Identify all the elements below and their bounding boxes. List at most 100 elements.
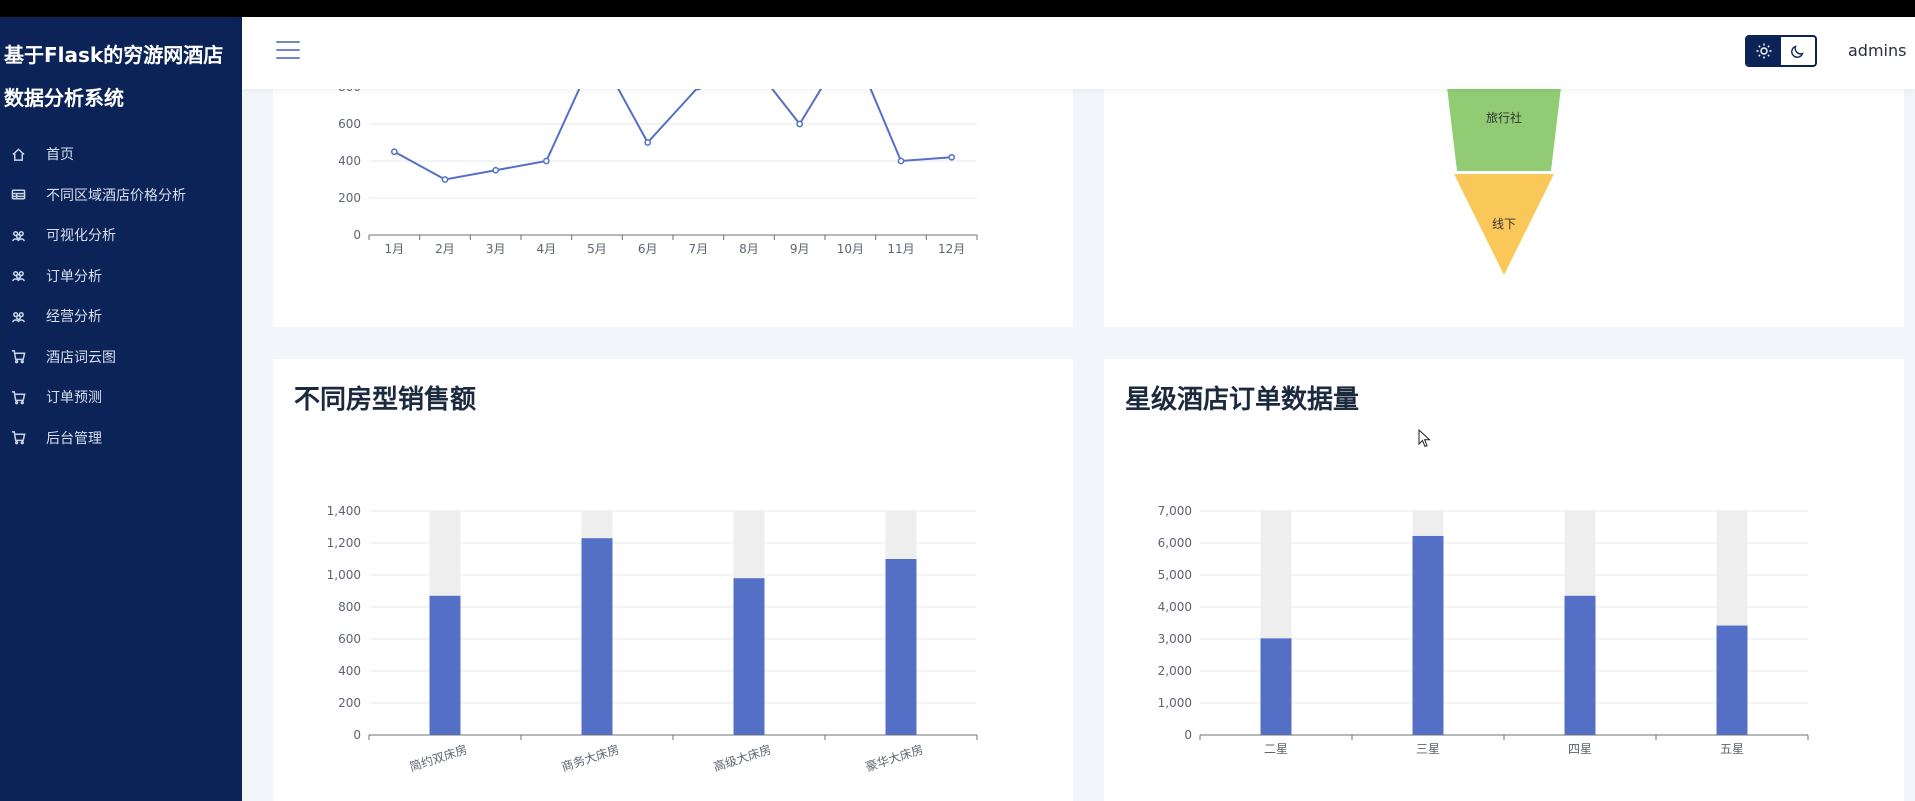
app-title-line1: 基于Flask的穷游网酒店: [4, 43, 224, 67]
x-tick-label: 1月: [385, 242, 405, 256]
menu-toggle-icon[interactable]: [276, 41, 300, 61]
y-tick-label: 200: [338, 191, 361, 205]
header: admins: [242, 17, 1915, 89]
sidebar-menu: 首页不同区域酒店价格分析 可视化分析订单分析经营分析酒店词云图订单预测后台管理: [0, 134, 242, 458]
sidebar-item-7[interactable]: 后台管理: [0, 418, 242, 459]
sidebar-item-label: 经营分析: [46, 309, 102, 326]
sidebar-item-2[interactable]: 可视化分析: [0, 215, 242, 256]
x-tick-label: 五星: [1720, 742, 1744, 756]
users-icon: [10, 308, 26, 324]
sidebar: 基于Flask的穷游网酒店 数据分析系统 首页不同区域酒店价格分析 可视化分析订单…: [0, 17, 242, 801]
data-point: [390, 148, 398, 156]
y-tick-label: 2,000: [1158, 664, 1192, 678]
sidebar-item-4[interactable]: 经营分析: [0, 296, 242, 337]
user-menu[interactable]: admins: [1848, 41, 1906, 60]
moon-icon[interactable]: [1781, 37, 1815, 65]
y-tick-label: 400: [338, 154, 361, 168]
x-tick-label: 3月: [486, 242, 506, 256]
sidebar-item-label: 酒店词云图: [46, 349, 116, 366]
data-point: [644, 139, 652, 146]
x-tick-label: 5月: [587, 242, 607, 256]
x-tick-label: 12月: [938, 242, 965, 256]
data-point: [492, 166, 500, 174]
bar: [1412, 535, 1444, 735]
x-tick-label: 四星: [1568, 742, 1592, 756]
sidebar-item-label: 后台管理: [46, 430, 102, 447]
users-icon: [10, 227, 26, 243]
x-tick-label: 简约双床房: [407, 741, 469, 774]
mouse-cursor-icon: [1418, 429, 1431, 448]
x-tick-label: 2月: [435, 242, 455, 256]
y-tick-label: 1,400: [327, 504, 361, 518]
x-tick-label: 三星: [1416, 742, 1440, 756]
sun-icon[interactable]: [1747, 37, 1781, 65]
funnel-label: 线下: [1492, 217, 1516, 231]
app-title-line2: 数据分析系统: [4, 86, 124, 110]
data-point: [542, 157, 550, 165]
bar: [1260, 638, 1292, 735]
sidebar-item-label: 不同区域酒店价格分析: [46, 187, 186, 204]
x-tick-label: 7月: [689, 242, 709, 256]
sidebar-item-label: 可视化分析: [46, 228, 116, 245]
x-tick-label: 4月: [537, 242, 557, 256]
sidebar-item-5[interactable]: 酒店词云图: [0, 337, 242, 378]
bar: [581, 538, 613, 735]
y-tick-label: 0: [353, 228, 361, 242]
y-tick-label: 600: [338, 117, 361, 131]
x-tick-label: 11月: [887, 242, 914, 256]
y-tick-label: 200: [338, 696, 361, 710]
bar: [733, 578, 765, 735]
cart-icon: [10, 430, 26, 446]
app-title: 基于Flask的穷游网酒店 数据分析系统: [0, 17, 240, 120]
data-point: [897, 157, 905, 165]
room-sales-bar-chart: 0 200 400 600 800 1,000 1,200 1,400 简约双床房 商务大床房 高级…: [327, 504, 978, 774]
sidebar-item-3[interactable]: 订单分析: [0, 256, 242, 297]
x-tick-label: 商务大床房: [559, 741, 621, 774]
data-point: [796, 120, 804, 128]
y-tick-label: 1,000: [327, 568, 361, 582]
x-tick-label: 8月: [739, 242, 759, 256]
home-icon: [10, 146, 26, 162]
star-orders-bar-chart: 0 1,000 2,000 3,000 4,000 5,000 6,000 7,000 二星 三星…: [1158, 504, 1809, 756]
cart-icon: [10, 389, 26, 405]
x-tick-label: 9月: [790, 242, 810, 256]
sidebar-item-label: 订单分析: [46, 268, 102, 285]
cart-icon: [10, 349, 26, 365]
x-tick-label: 高级大床房: [711, 741, 773, 774]
bar: [885, 559, 917, 735]
room-sales-card: 不同房型销售额 0 200 400 600 800 1,000 1,200 1,400 简约双床…: [273, 359, 1073, 801]
sidebar-item-0[interactable]: 首页: [0, 134, 242, 175]
y-tick-label: 4,000: [1158, 600, 1192, 614]
data-point: [948, 153, 956, 161]
sidebar-item-label: 首页: [46, 147, 74, 164]
table-icon: [10, 187, 26, 203]
x-tick-label: 6月: [638, 242, 658, 256]
y-tick-label: 3,000: [1158, 632, 1192, 646]
star-orders-card: 星级酒店订单数据量 0 1,000 2,000 3,000 4,000 5,000 6,00…: [1104, 359, 1904, 801]
y-tick-label: 0: [1184, 728, 1192, 742]
bar: [429, 595, 461, 735]
users-icon: [10, 268, 26, 284]
screen-top-border: [0, 0, 1915, 17]
funnel-label: 旅行社: [1486, 110, 1522, 125]
y-tick-label: 7,000: [1158, 504, 1192, 518]
sidebar-item-1[interactable]: 不同区域酒店价格分析: [0, 175, 242, 216]
bar: [1564, 595, 1596, 735]
y-tick-label: 5,000: [1158, 568, 1192, 582]
y-tick-label: 400: [338, 664, 361, 678]
sidebar-item-6[interactable]: 订单预测: [0, 377, 242, 418]
y-tick-label: 800: [338, 600, 361, 614]
data-point: [441, 176, 449, 183]
x-tick-label: 豪华大床房: [863, 741, 925, 774]
sidebar-item-label: 订单预测: [46, 390, 102, 407]
y-tick-label: 1,000: [1158, 696, 1192, 710]
y-tick-label: 0: [353, 728, 361, 742]
x-tick-label: 二星: [1264, 742, 1288, 756]
funnel-segment: [1447, 87, 1561, 171]
y-tick-label: 600: [338, 632, 361, 646]
bar: [1716, 625, 1748, 735]
x-tick-label: 10月: [837, 242, 864, 256]
theme-toggle[interactable]: [1745, 35, 1817, 67]
y-tick-label: 1,200: [327, 536, 361, 550]
y-tick-label: 6,000: [1158, 536, 1192, 550]
